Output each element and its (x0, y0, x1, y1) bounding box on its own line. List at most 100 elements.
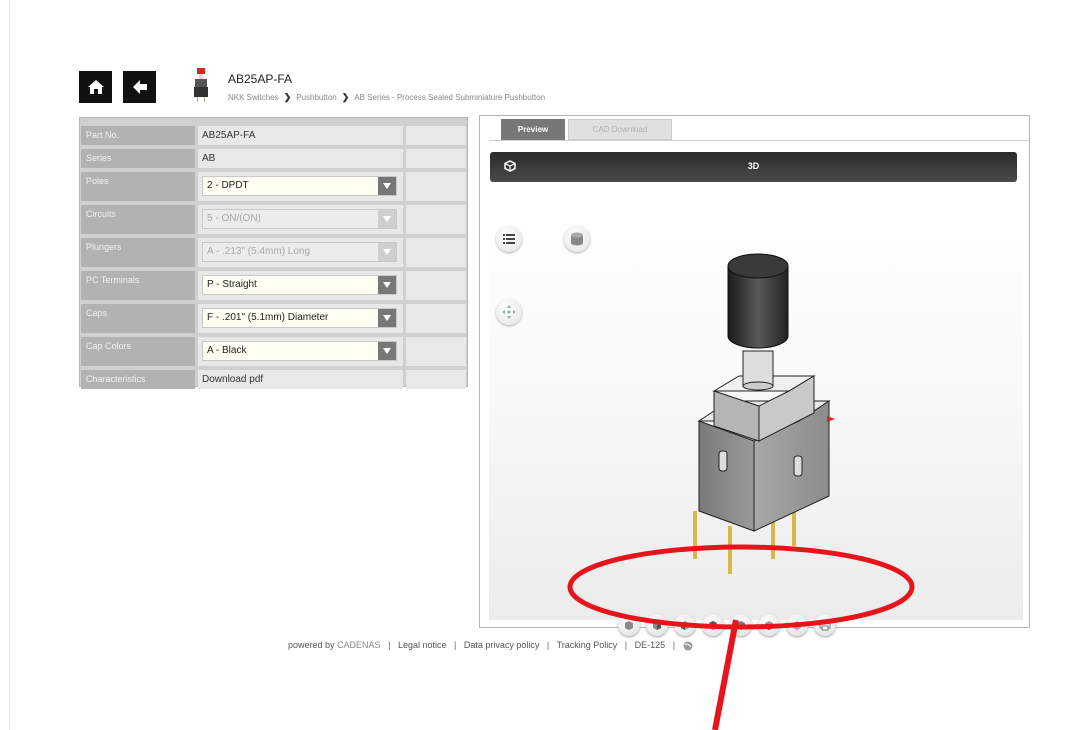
chevron-right-icon: ❯ (341, 92, 350, 102)
param-extra-cell (406, 271, 466, 300)
param-label: PC Terminals (81, 271, 195, 300)
chevron-down-icon[interactable] (378, 342, 396, 360)
breadcrumb-item[interactable]: NKK Switches (228, 93, 279, 102)
param-value: AB25AP-FA (202, 130, 256, 141)
tab-divider (489, 140, 1029, 141)
home-icon (87, 80, 104, 94)
param-row: Characteristics Download pdf (80, 369, 467, 390)
param-select-value: 5 - ON/(ON) (207, 213, 261, 224)
param-label: Cap Colors (81, 337, 195, 366)
param-row: Cap Colors A - Black (80, 336, 467, 367)
param-select: A - .213" (5.4mm) Long (202, 242, 397, 262)
chevron-right-icon: ❯ (283, 92, 292, 102)
view-front-icon (653, 621, 661, 630)
view-back-button[interactable] (758, 614, 780, 636)
param-extra-cell (406, 149, 466, 168)
param-extra-cell (406, 126, 466, 145)
param-label: Plungers (81, 238, 195, 267)
list-icon (503, 234, 515, 244)
param-value-cell: P - Straight (198, 271, 403, 300)
pan-button[interactable] (496, 299, 522, 325)
page-left-border (9, 0, 10, 730)
param-value-cell: 2 - DPDT (198, 172, 403, 201)
cadenas-link[interactable]: CADENAS (337, 640, 381, 650)
breadcrumb-item[interactable]: AB Series - Process Sealed Subminiature … (354, 93, 545, 102)
chevron-down-icon[interactable] (378, 309, 396, 327)
param-row: Circuits 5 - ON/(ON) (80, 204, 467, 235)
param-extra-cell (406, 304, 466, 333)
view-top-button[interactable] (702, 614, 724, 636)
view-bottom-button[interactable] (786, 614, 808, 636)
view-bottom-icon (793, 621, 801, 630)
chevron-down-icon[interactable] (378, 210, 396, 228)
param-row: Caps F - .201" (5.1mm) Diameter (80, 303, 467, 334)
view-right-icon (737, 621, 745, 630)
param-select[interactable]: P - Straight (202, 275, 397, 295)
param-value-cell: F - .201" (5.1mm) Diameter (198, 304, 403, 333)
param-value: AB (202, 153, 216, 164)
viewer-toolbar: 3D (490, 152, 1017, 182)
data-privacy-link[interactable]: Data privacy policy (464, 640, 540, 650)
view-mode-label: 3D (747, 161, 760, 171)
globe-icon[interactable] (683, 641, 693, 651)
param-extra-cell (406, 238, 466, 267)
breadcrumb-item[interactable]: Pushbutton (296, 93, 336, 102)
param-row: Part No. AB25AP-FA (80, 125, 467, 146)
breadcrumb: NKK Switches ❯ Pushbutton ❯ AB Series - Proc… (228, 92, 545, 103)
param-extra-cell (406, 172, 466, 201)
param-row: Plungers A - .213" (5.4mm) Long (80, 237, 467, 268)
param-select-value: F - .201" (5.1mm) Diameter (207, 312, 329, 323)
chevron-down-icon[interactable] (378, 243, 396, 261)
param-extra-cell (406, 205, 466, 234)
param-select[interactable]: 2 - DPDT (202, 176, 397, 196)
list-button[interactable] (496, 226, 522, 252)
view-front-button[interactable] (646, 614, 668, 636)
param-value-cell: AB (198, 149, 403, 168)
chevron-down-icon[interactable] (378, 177, 396, 195)
param-select-value: A - .213" (5.4mm) Long (207, 246, 311, 257)
move-icon (502, 305, 516, 319)
view-left-button[interactable] (674, 614, 696, 636)
param-label: Poles (81, 172, 195, 201)
arrow-left-icon (132, 80, 147, 94)
footer: powered by CADENAS | Legal notice | Data… (288, 640, 693, 651)
view-iso-front-icon (625, 621, 633, 630)
param-row: Series AB (80, 148, 467, 169)
download-pdf-link[interactable]: Download pdf (202, 374, 263, 385)
param-select[interactable]: F - .201" (5.1mm) Diameter (202, 308, 397, 328)
param-label: Series (81, 149, 195, 168)
param-value-cell: 5 - ON/(ON) (198, 205, 403, 234)
tab-cad-download[interactable]: CAD Download (568, 119, 672, 140)
preview-panel: Preview CAD Download 3D (479, 115, 1030, 636)
param-value-cell: AB25AP-FA (198, 126, 403, 145)
view-right-button[interactable] (730, 614, 752, 636)
print-button[interactable] (814, 614, 836, 636)
param-select-value: P - Straight (207, 279, 257, 290)
3d-viewport[interactable] (489, 186, 1023, 636)
chevron-down-icon[interactable] (378, 276, 396, 294)
param-select-value: 2 - DPDT (207, 180, 249, 191)
param-label: Characteristics (81, 370, 195, 389)
3d-model-render (693, 253, 835, 574)
language-code[interactable]: DE-125 (635, 640, 666, 650)
material-button[interactable] (564, 226, 590, 252)
param-select[interactable]: A - Black (202, 341, 397, 361)
param-value-cell: A - .213" (5.4mm) Long (198, 238, 403, 267)
tab-preview[interactable]: Preview (501, 119, 565, 140)
param-value-cell: Download pdf (198, 370, 403, 389)
param-select: 5 - ON/(ON) (202, 209, 397, 229)
param-select-value: A - Black (207, 345, 247, 356)
param-label: Caps (81, 304, 195, 333)
legal-notice-link[interactable]: Legal notice (398, 640, 447, 650)
view-top-icon (709, 621, 717, 630)
parameter-table: Part No. AB25AP-FA Series AB Poles 2 - DPDT Ci… (79, 117, 468, 390)
page-title: AB25AP-FA (228, 72, 293, 86)
back-button[interactable] (123, 71, 156, 103)
print-icon (819, 619, 831, 631)
view-back-icon (765, 621, 773, 630)
param-row: Poles 2 - DPDT (80, 171, 467, 202)
tracking-policy-link[interactable]: Tracking Policy (557, 640, 618, 650)
view-iso-front-button[interactable] (618, 614, 640, 636)
annotation-arrow-line (712, 619, 739, 730)
home-button[interactable] (79, 71, 112, 103)
